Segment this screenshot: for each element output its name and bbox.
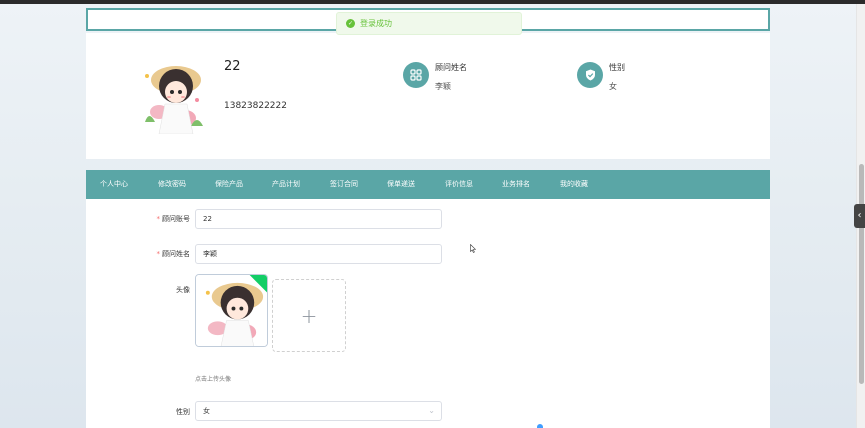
info-gender-label: 性别 (609, 63, 625, 72)
nav-item-profile[interactable]: 个人中心 (100, 170, 128, 199)
account-label: * 顾问账号 (156, 215, 191, 223)
gender-select[interactable]: 女 ⌄ (195, 401, 442, 421)
profile-phone: 13823822222 (224, 101, 287, 111)
account-input[interactable] (195, 209, 442, 229)
nav-item-change-password[interactable]: 修改密码 (158, 170, 186, 199)
toast-message: 登录成功 (360, 19, 392, 28)
required-mark: * (156, 250, 161, 258)
success-toast: ✓ 登录成功 (336, 12, 522, 35)
uploaded-avatar-thumb[interactable] (195, 274, 268, 347)
floating-button-edge[interactable] (537, 424, 543, 428)
profile-form: *顾问账号 *顾问姓名 头像 + 点击上传头像 性别 女 ⌄ (86, 199, 770, 428)
info-name-value: 李颖 (435, 82, 451, 91)
shield-check-icon (577, 62, 603, 88)
nav-item-favorites[interactable]: 我的收藏 (560, 170, 588, 199)
nav-item-reviews[interactable]: 评价信息 (445, 170, 473, 199)
info-name-label: 顾问姓名 (435, 63, 467, 72)
chevron-left-icon[interactable]: ‹ (854, 204, 865, 228)
nav-item-contracts[interactable]: 签订合同 (330, 170, 358, 199)
name-label: * 顾问姓名 (156, 250, 191, 258)
nav-item-policy-delivery[interactable]: 保单递送 (387, 170, 415, 199)
grid-icon (403, 62, 429, 88)
chevron-down-icon: ⌄ (428, 406, 435, 415)
window-top-edge (0, 0, 865, 4)
name-input[interactable] (195, 244, 442, 264)
mouse-cursor-icon (470, 244, 476, 253)
nav-item-insurance-products[interactable]: 保险产品 (215, 170, 243, 199)
check-circle-icon: ✓ (346, 19, 355, 28)
profile-card: 22 13823822222 顾问姓名 李颖 性别 女 (86, 33, 770, 159)
nav-item-product-plans[interactable]: 产品计划 (272, 170, 300, 199)
gender-select-value: 女 (203, 407, 210, 415)
profile-username: 22 (224, 59, 241, 74)
plus-icon[interactable]: + (272, 279, 346, 352)
main-nav: 个人中心 修改密码 保险产品 产品计划 签订合同 保单递送 评价信息 业务排名 … (86, 170, 770, 199)
uploaded-avatar-image (196, 275, 267, 346)
page-scrollbar-thumb[interactable] (859, 164, 864, 384)
upload-tip: 点击上传头像 (195, 376, 232, 383)
nav-item-ranking[interactable]: 业务排名 (502, 170, 530, 199)
info-gender-value: 女 (609, 82, 617, 91)
profile-avatar (135, 60, 209, 134)
avatar-label: 头像 (176, 286, 190, 294)
required-mark: * (156, 215, 161, 223)
gender-label: 性别 (176, 408, 190, 416)
